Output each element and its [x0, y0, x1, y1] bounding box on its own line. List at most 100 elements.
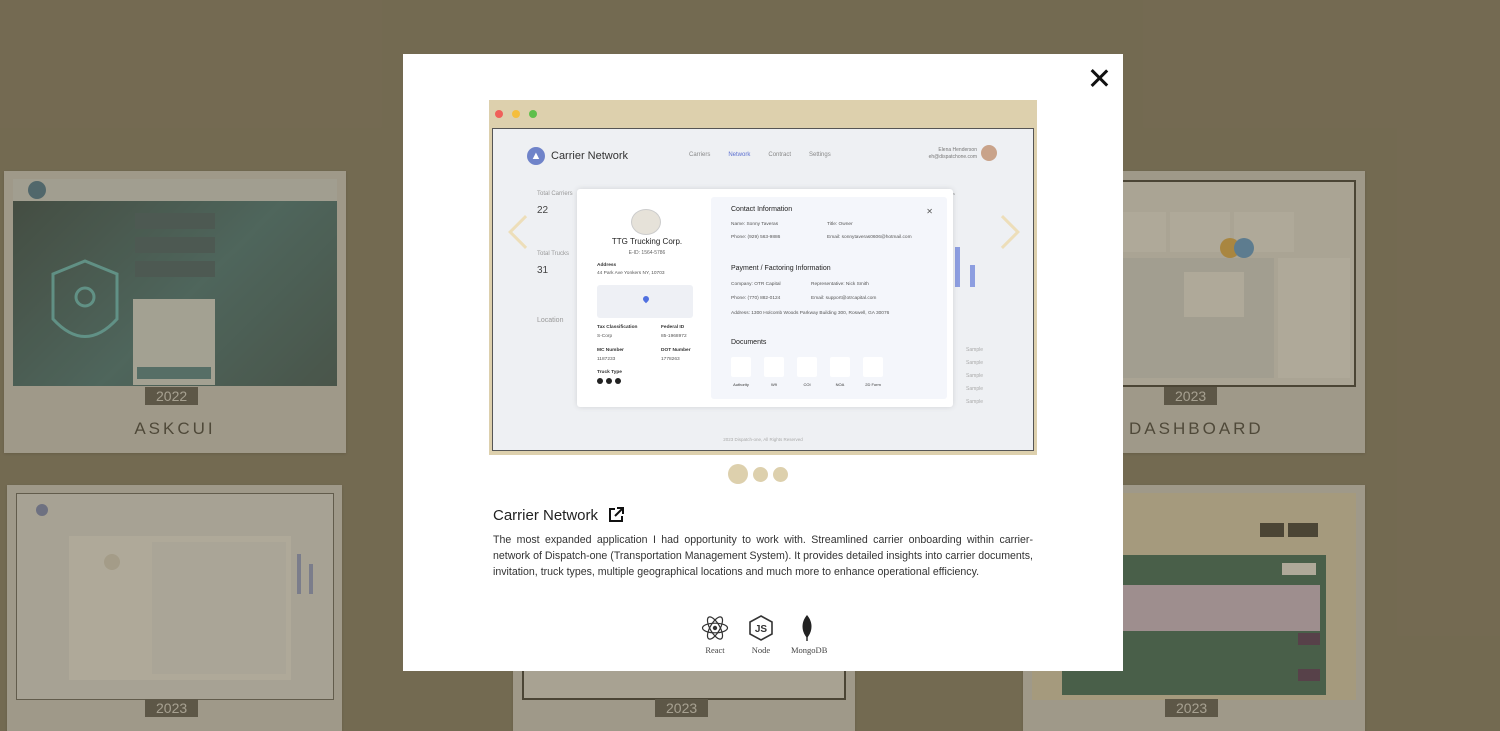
sample-item: Sample — [966, 373, 983, 379]
document-icon — [764, 357, 784, 377]
carrier-summary: TTG Trucking Corp. E-ID: 1564-5786 Addre… — [577, 189, 709, 407]
tech-label: MongoDB — [791, 645, 828, 655]
address-label: Address — [597, 263, 617, 268]
app-user-email: eh@dispatchone.com — [928, 154, 977, 160]
app-user: Elena Henderson eh@dispatchone.com — [929, 147, 977, 161]
document-icon — [830, 357, 850, 377]
pager-dot[interactable] — [753, 466, 768, 482]
minimize-dot-icon — [512, 110, 520, 118]
contact-name: Name: Sonny Taveras — [731, 222, 779, 227]
nodejs-icon: JS — [749, 615, 773, 641]
app-nav-item-active: Network — [728, 152, 751, 158]
stat-label: Total Carriers — [537, 191, 573, 197]
external-link-icon[interactable] — [607, 506, 625, 524]
tech-label: Node — [751, 645, 771, 655]
contact-title: Contact Information — [731, 206, 793, 213]
card-year: 2023 — [655, 699, 709, 717]
document-item: Authority — [731, 357, 751, 387]
app-name: Carrier Network — [551, 150, 629, 162]
project-card-carrier-network[interactable]: 2023 — [7, 485, 342, 731]
document-icon — [797, 357, 817, 377]
maximize-dot-icon — [529, 110, 537, 118]
mc-value: 1187233 — [597, 357, 616, 362]
avatar — [981, 145, 997, 161]
mongodb-icon — [802, 615, 812, 641]
tech-item-mongodb: MongoDB — [791, 614, 827, 655]
mc-label: MC Number — [597, 348, 624, 353]
tax-value: S-Corp — [597, 334, 613, 339]
contact-email: Email: sonnytaveras0606@hotmail.com — [827, 235, 912, 240]
federal-value: 85-1968972 — [661, 334, 687, 339]
stat-label: Total Trucks — [537, 251, 570, 257]
carrier-network-thumbnail — [16, 493, 334, 700]
payment-title: Payment / Factoring Information — [731, 265, 831, 272]
app-nav-item: Carriers — [689, 152, 711, 158]
payment-phone: Phone: (770) 882-0124 — [731, 296, 781, 301]
contact-role: Title: Owner — [827, 222, 853, 227]
stat-value: 22 — [537, 205, 549, 216]
project-modal: ▲ Carrier Network Carriers Network Contr… — [403, 54, 1123, 671]
svg-text:JS: JS — [755, 624, 768, 635]
sample-item: Sample — [966, 386, 983, 392]
project-description: The most expanded application I had oppo… — [493, 534, 1033, 578]
tech-item-react: React — [699, 614, 731, 655]
app-logo: ▲ Carrier Network — [527, 147, 628, 165]
truck-type-icons — [597, 378, 621, 384]
location-label: Location — [537, 317, 564, 324]
sample-item: Sample — [966, 360, 983, 366]
documents-title: Documents — [731, 339, 767, 346]
bar — [970, 265, 975, 287]
app-nav: Carriers Network Contract Settings — [689, 152, 831, 158]
card-year: 2023 — [1165, 699, 1219, 717]
project-title: Carrier Network — [493, 506, 625, 524]
card-year: 2023 — [1164, 387, 1218, 405]
payment-company: Company: OTR Capital — [731, 282, 781, 287]
sample-item: Sample — [966, 347, 983, 353]
stat-value: 31 — [537, 265, 549, 276]
app-nav-item: Contract — [768, 152, 792, 158]
truck-type-label: Truck Type — [597, 370, 622, 375]
react-icon — [701, 616, 729, 640]
sample-item: Sample — [966, 399, 983, 405]
pager-dot-active[interactable] — [728, 464, 748, 484]
document-item: COI — [797, 357, 817, 387]
document-item: NOA — [830, 357, 850, 387]
tech-label: React — [705, 645, 725, 655]
address-value: 44 Park Ave Yonkers NY, 10703 — [597, 271, 665, 276]
card-year: 2023 — [145, 699, 199, 717]
dot-value: 1778263 — [661, 357, 680, 362]
federal-label: Federal ID — [661, 325, 685, 330]
sample-list: Sample Sample Sample Sample Sample — [966, 344, 983, 409]
project-title-text: Carrier Network — [493, 506, 599, 524]
carrier-detail-card: TTG Trucking Corp. E-ID: 1564-5786 Addre… — [577, 189, 953, 407]
slide-pager — [728, 464, 788, 484]
payment-address: Address: 1300 Holcomb Woods Parkway Buil… — [731, 311, 890, 316]
upload-icon — [863, 357, 883, 377]
app-nav-item: Settings — [809, 152, 831, 158]
company-id: E-ID: 1564-5786 — [628, 250, 666, 256]
dot-label: DOT Number — [661, 348, 691, 353]
mini-map — [597, 285, 693, 318]
pager-dot[interactable] — [773, 466, 788, 482]
document-item: W9 — [764, 357, 784, 387]
tech-stack: React JS Node MongoDB — [699, 614, 827, 655]
carrier-details: ✕ Contact Information Name: Sonny Tavera… — [711, 197, 947, 399]
tax-label: Tax Classification — [597, 325, 638, 330]
document-icon — [731, 357, 751, 377]
askcui-thumbnail — [13, 179, 337, 386]
close-dot-icon — [495, 110, 503, 118]
preview-screenshot: ▲ Carrier Network Carriers Network Contr… — [492, 128, 1034, 451]
project-card-askcui[interactable]: 2022 ASKCUI — [4, 171, 346, 453]
company-name: TTG Trucking Corp. — [611, 237, 683, 246]
close-icon: ✕ — [926, 207, 933, 216]
app-copyright: 2023 Dispatch-one, All Rights Reserved — [723, 437, 803, 442]
close-icon[interactable] — [1087, 66, 1111, 90]
payment-email: Email: support@otrcapital.com — [811, 296, 877, 301]
preview-browser-frame: ▲ Carrier Network Carriers Network Contr… — [489, 100, 1037, 455]
shield-illustration — [13, 179, 337, 385]
app-user-name: Elena Henderson — [938, 147, 977, 153]
document-item: 2D Form — [863, 357, 883, 387]
card-title: ASKCUI — [134, 419, 216, 438]
app-logo-icon: ▲ — [527, 147, 545, 165]
card-year: 2022 — [145, 387, 199, 405]
